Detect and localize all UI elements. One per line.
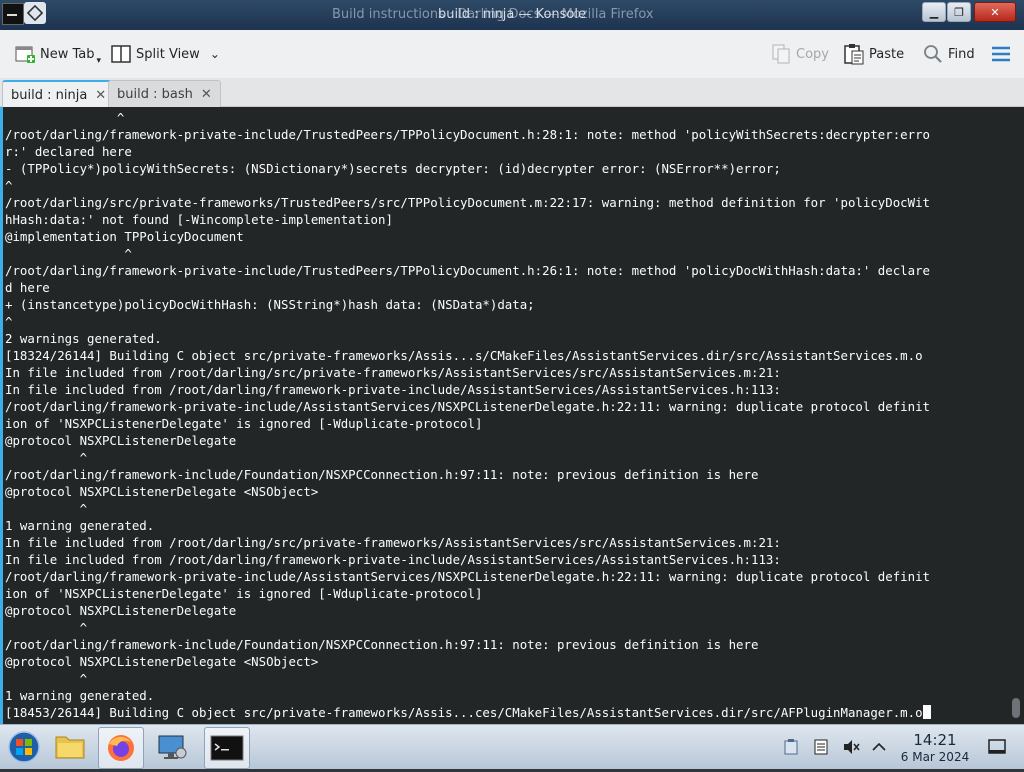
maximize-button[interactable]: ❐ — [947, 2, 971, 22]
new-tab-button[interactable]: New Tab ▾ — [14, 40, 101, 68]
terminal-line: @protocol NSXPCListenerDelegate — [5, 603, 237, 618]
copy-icon — [770, 43, 792, 65]
close-window-button[interactable]: ✕ — [974, 2, 1016, 22]
close-icon: ✕ — [990, 5, 1000, 19]
taskbar-system-settings[interactable] — [150, 727, 194, 767]
hamburger-menu-icon — [990, 43, 1012, 65]
terminal-line: [18324/26144] Building C object src/priv… — [5, 348, 923, 363]
terminal-line: ^ — [5, 501, 88, 516]
clock-date: 6 Mar 2024 — [900, 750, 970, 764]
notifications-tray-icon[interactable] — [812, 739, 830, 755]
terminal-line: ^ — [5, 246, 132, 261]
terminal-line: + (instancetype)policyDocWithHash: (NSSt… — [5, 297, 535, 312]
terminal-scrollbar[interactable] — [1008, 107, 1024, 724]
settings-monitor-icon — [158, 735, 187, 759]
terminal-line: @protocol NSXPCListenerDelegate <NSObjec… — [5, 654, 319, 669]
taskbar-clock[interactable]: 14:21 6 Mar 2024 — [892, 731, 978, 765]
taskbar: 14:21 6 Mar 2024 — [0, 724, 1024, 769]
clipboard-tray-icon[interactable] — [782, 739, 800, 755]
minimize-icon: ▁ — [929, 5, 939, 19]
new-tab-icon — [14, 43, 36, 65]
maximize-icon: ❐ — [954, 5, 964, 19]
terminal-line: 1 warning generated. — [5, 518, 155, 533]
terminal-line: hHash:data:' not found [-Wincomplete-imp… — [5, 212, 393, 227]
split-view-button[interactable]: Split View ⌄ — [110, 40, 220, 68]
split-view-icon — [110, 43, 132, 65]
terminal-line: /root/darling/src/private-frameworks/Tru… — [5, 195, 931, 210]
taskbar-firefox[interactable] — [98, 727, 144, 769]
folder-icon — [55, 736, 85, 759]
new-tab-dropdown-icon[interactable]: ▾ — [97, 56, 102, 66]
search-icon — [922, 43, 944, 65]
taskbar-file-manager[interactable] — [48, 727, 92, 767]
copy-label: Copy — [796, 46, 829, 62]
start-orb-icon — [8, 731, 40, 763]
terminal-view[interactable]: ^ /root/darling/framework-private-includ… — [0, 107, 1011, 724]
show-desktop-icon[interactable] — [988, 739, 1006, 755]
terminal-line: In file included from /root/darling/src/… — [5, 365, 781, 380]
terminal-line: ^ — [5, 450, 88, 465]
terminal-line: /root/darling/framework-include/Foundati… — [5, 637, 759, 652]
terminal-line: d here — [5, 280, 50, 295]
terminal-line: @implementation TPPolicyDocument — [5, 229, 244, 244]
terminal-line: r:' declared here — [5, 144, 132, 159]
terminal-line: [18453/26144] Building C object src/priv… — [5, 705, 923, 720]
terminal-line: ion of 'NSXPCListenerDelegate' is ignore… — [5, 416, 483, 431]
terminal-line: - (TPPolicy*)policyWithSecrets: (NSDicti… — [5, 161, 781, 176]
terminal-line: ^ — [5, 671, 88, 686]
terminal-line: @protocol NSXPCListenerDelegate — [5, 433, 237, 448]
tab-label: build : ninja — [11, 87, 88, 103]
window-titlebar[interactable]: Build instructions · Darling Docs — Mozi… — [0, 0, 1024, 30]
tab-label: build : bash — [117, 86, 193, 102]
paste-label: Paste — [869, 46, 905, 62]
tab-bar: build : ninja ✕ build : bash ✕ — [0, 78, 1024, 108]
window-title: build : ninja — Konsole — [438, 7, 586, 22]
terminal-line: ^ — [5, 110, 125, 125]
terminal-line: ion of 'NSXPCListenerDelegate' is ignore… — [5, 586, 483, 601]
terminal-line: ^ — [5, 314, 13, 329]
tab-build-ninja[interactable]: build : ninja ✕ — [2, 80, 116, 108]
paste-icon — [843, 43, 865, 65]
terminal-line: In file included from /root/darling/src/… — [5, 535, 781, 550]
konsole-icon — [210, 735, 244, 761]
terminal-line: /root/darling/framework-private-include/… — [5, 399, 931, 414]
split-view-label: Split View — [136, 46, 200, 62]
terminal-line: @protocol NSXPCListenerDelegate <NSObjec… — [5, 484, 319, 499]
terminal-line: /root/darling/framework-private-include/… — [5, 263, 931, 278]
minimize-button[interactable]: ▁ — [922, 2, 946, 22]
terminal-cursor — [922, 705, 931, 719]
scrollbar-thumb[interactable] — [1012, 698, 1020, 718]
terminal-line: 2 warnings generated. — [5, 331, 162, 346]
terminal-line: In file included from /root/darling/fram… — [5, 382, 781, 397]
terminal-line: 1 warning generated. — [5, 688, 155, 703]
terminal-line: ^ — [5, 178, 13, 193]
hamburger-menu-button[interactable] — [990, 40, 1016, 68]
start-button[interactable] — [2, 727, 46, 767]
terminal-line: ^ — [5, 620, 88, 635]
terminal-line: In file included from /root/darling/fram… — [5, 552, 781, 567]
konsole-toolbar: New Tab ▾ Split View ⌄ Copy Paste Find — [0, 30, 1024, 79]
terminal-line: /root/darling/framework-private-include/… — [5, 127, 931, 142]
terminal-line: /root/darling/framework-include/Foundati… — [5, 467, 759, 482]
terminal-line: /root/darling/framework-private-include/… — [5, 569, 931, 584]
paste-button[interactable]: Paste — [843, 40, 904, 68]
tab-build-bash[interactable]: build : bash ✕ — [108, 80, 221, 107]
copy-button[interactable]: Copy — [770, 40, 829, 68]
volume-muted-icon[interactable] — [842, 739, 860, 755]
terminal-output[interactable]: ^ /root/darling/framework-private-includ… — [5, 109, 931, 721]
chevron-down-icon[interactable]: ⌄ — [210, 47, 220, 61]
find-label: Find — [948, 46, 975, 62]
close-tab-icon[interactable]: ✕ — [95, 88, 106, 103]
taskbar-konsole[interactable] — [204, 727, 250, 769]
clock-time: 14:21 — [913, 731, 957, 749]
chevron-up-icon[interactable] — [870, 739, 888, 755]
new-tab-label: New Tab — [40, 46, 95, 62]
close-tab-icon[interactable]: ✕ — [201, 87, 212, 102]
find-button[interactable]: Find — [922, 40, 975, 68]
firefox-icon — [108, 735, 134, 761]
